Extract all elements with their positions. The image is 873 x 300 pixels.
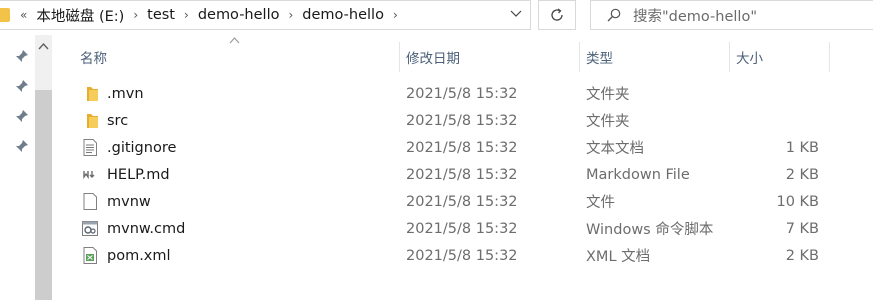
chevron-right-icon[interactable]: › <box>133 8 138 22</box>
breadcrumb-item-test[interactable]: test <box>147 7 175 23</box>
column-name[interactable]: 名称 <box>56 42 400 72</box>
search-placeholder: 搜索"demo-hello" <box>633 8 758 25</box>
file-type: 文件 <box>586 195 615 211</box>
file-type: Markdown File <box>586 166 690 183</box>
file-type: 文件夹 <box>586 114 630 130</box>
file-modified: 2021/5/8 15:32 <box>406 139 518 156</box>
breadcrumb-item-demo-hello[interactable]: demo-hello <box>198 7 280 23</box>
search-box[interactable]: 搜索"demo-hello" <box>590 0 873 30</box>
file-name: mvnw.cmd <box>107 220 186 237</box>
column-type[interactable]: 类型 <box>580 42 730 72</box>
file-type: Windows 命令脚本 <box>586 222 714 238</box>
blank-file-icon <box>83 193 97 210</box>
refresh-button[interactable] <box>538 0 576 30</box>
file-row[interactable]: pom.xml 2021/5/8 15:32 XML 文档 2 KB <box>56 242 873 269</box>
folder-icon <box>0 8 10 22</box>
file-size: 1 KB <box>785 139 819 156</box>
breadcrumb-item-drive[interactable]: 本地磁盘 (E:) <box>36 5 124 26</box>
column-modified-label: 修改日期 <box>406 51 460 67</box>
file-row[interactable]: HELP.md 2021/5/8 15:32 Markdown File 2 K… <box>56 161 873 188</box>
search-icon <box>607 8 621 22</box>
file-size: 7 KB <box>785 220 819 237</box>
address-bar[interactable]: « 本地磁盘 (E:) › test › demo-hello › demo-h… <box>0 0 531 30</box>
scrollbar-thumb[interactable] <box>35 90 52 300</box>
scroll-up-arrow-icon[interactable] <box>38 40 49 53</box>
toolbar: « 本地磁盘 (E:) › test › demo-hello › demo-h… <box>0 0 873 35</box>
file-name: mvnw <box>107 193 151 210</box>
file-row[interactable]: .gitignore 2021/5/8 15:32 文本文档 1 KB <box>56 134 873 161</box>
file-modified: 2021/5/8 15:32 <box>406 220 518 237</box>
pin-icon[interactable] <box>16 140 28 152</box>
file-row[interactable]: mvnw 2021/5/8 15:32 文件 10 KB <box>56 188 873 215</box>
column-size[interactable]: 大小 <box>730 42 830 72</box>
chevron-right-icon[interactable]: › <box>184 8 189 22</box>
chevron-right-icon[interactable]: › <box>393 8 398 22</box>
file-size: 2 KB <box>785 166 819 183</box>
file-row[interactable]: .mvn 2021/5/8 15:32 文件夹 <box>56 80 873 107</box>
file-name: src <box>107 112 129 129</box>
column-type-label: 类型 <box>586 51 613 67</box>
file-name: .gitignore <box>107 139 177 156</box>
file-row[interactable]: src 2021/5/8 15:32 文件夹 <box>56 107 873 134</box>
nav-scrollbar[interactable] <box>35 35 52 300</box>
pin-icon[interactable] <box>16 110 28 122</box>
file-name: pom.xml <box>107 247 171 264</box>
column-name-label: 名称 <box>80 51 107 67</box>
file-type: 文本文档 <box>586 141 644 157</box>
chevron-right-icon[interactable]: › <box>288 8 293 22</box>
breadcrumb-overflow[interactable]: « <box>20 8 27 22</box>
file-modified: 2021/5/8 15:32 <box>406 193 518 210</box>
file-row[interactable]: mvnw.cmd 2021/5/8 15:32 Windows 命令脚本 7 K… <box>56 215 873 242</box>
refresh-icon <box>551 8 563 21</box>
file-size: 10 KB <box>776 193 819 210</box>
text-file-icon <box>83 139 97 156</box>
pin-icon[interactable] <box>16 80 28 92</box>
file-modified: 2021/5/8 15:32 <box>406 247 518 264</box>
folder-icon <box>87 114 98 128</box>
file-type: XML 文档 <box>586 249 651 265</box>
file-modified: 2021/5/8 15:32 <box>406 85 518 102</box>
folder-icon <box>87 87 98 101</box>
xml-file-icon <box>83 247 97 264</box>
column-size-label: 大小 <box>736 51 763 67</box>
file-name: .mvn <box>107 85 144 102</box>
file-size: 2 KB <box>785 247 819 264</box>
column-header: 名称 修改日期 类型 大小 <box>56 37 873 72</box>
markdown-file-icon <box>83 171 95 180</box>
breadcrumb-item-demo-hello-current[interactable]: demo-hello <box>302 7 384 23</box>
file-modified: 2021/5/8 15:32 <box>406 166 518 183</box>
cmd-script-icon <box>82 221 98 236</box>
file-modified: 2021/5/8 15:32 <box>406 112 518 129</box>
pin-icon[interactable] <box>16 50 28 62</box>
file-name: HELP.md <box>107 166 170 183</box>
column-modified[interactable]: 修改日期 <box>400 42 580 72</box>
file-type: 文件夹 <box>586 87 630 103</box>
chevron-down-icon[interactable] <box>510 7 522 23</box>
